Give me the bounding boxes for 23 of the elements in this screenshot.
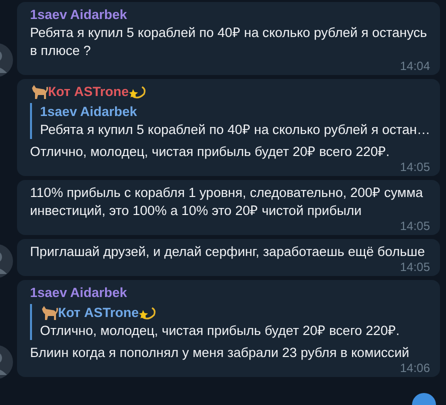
- message-time: 14:05: [400, 161, 430, 174]
- reply-author: 1saev Aidarbek: [40, 103, 138, 121]
- message-text: Блиин когда я пополнял у меня забрали 23 рубля в комиссий: [30, 344, 410, 362]
- message-text: Ребята я купил 5 кораблей по 40₽ на сколько рублей я останусь в плюсе ?: [30, 24, 428, 60]
- cat-icon: [30, 84, 48, 100]
- message-text: 110% прибыль с корабля 1 уровня, следовательно, 200₽ сумма инвестиций, это 100% а 10% это 20₽ чистой прибыли: [30, 184, 424, 220]
- sender-name[interactable]: 1saev Aidarbek: [30, 6, 128, 24]
- cat-icon: [40, 305, 58, 321]
- reply-text: Ребята я купил 5 кораблей по 40₽ на сколько рублей я остан…: [40, 121, 430, 139]
- reply-quote[interactable]: Кот ASTrone Отлично, молодец, чистая прибыль будет 20₽ всего 220₽.: [30, 304, 430, 340]
- dizzy-star-icon: [138, 305, 157, 321]
- sender-name[interactable]: 1saev Aidarbek: [30, 284, 128, 302]
- reply-author: Кот ASTrone: [58, 304, 139, 322]
- message-time: 14:05: [400, 220, 430, 233]
- message-text: Отлично, молодец, чистая прибыль будет 20₽ всего 220₽.: [30, 143, 391, 161]
- sender-name[interactable]: Кот ASTrone: [48, 83, 129, 101]
- message-text: Приглашай друзей, и делай серфинг, заработаешь ещё больше: [30, 243, 426, 261]
- message-time: 14:04: [400, 60, 430, 73]
- reply-text: Отлично, молодец, чистая прибыль будет 20₽ всего 220₽.: [40, 322, 401, 340]
- reply-quote[interactable]: 1saev Aidarbek Ребята я купил 5 кораблей по 40₽ на сколько рублей я остан…: [30, 103, 430, 139]
- message-time: 14:05: [400, 261, 430, 274]
- message-time: 14:06: [400, 362, 430, 375]
- dizzy-star-icon: [128, 84, 147, 100]
